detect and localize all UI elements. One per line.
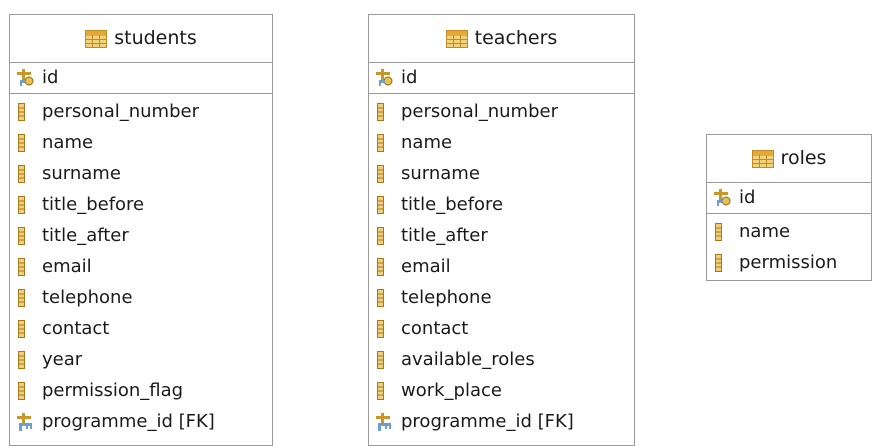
column-list: personal_number name surname title_befor… — [369, 94, 634, 437]
column-name: programme_id [FK] — [401, 410, 574, 432]
table-teachers[interactable]: teachers id personal_number name surname… — [368, 14, 635, 446]
column-row[interactable]: email — [10, 251, 272, 282]
column-name: title_before — [42, 193, 145, 215]
column-name: work_place — [401, 379, 502, 401]
column-row[interactable]: programme_id [FK] — [369, 406, 634, 437]
primary-key-icon — [713, 188, 739, 208]
column-icon — [375, 319, 401, 339]
table-header: students — [10, 15, 272, 63]
column-row[interactable]: permission_flag — [10, 375, 272, 406]
primary-key-row[interactable]: id — [10, 63, 272, 94]
column-name: telephone — [401, 286, 492, 308]
column-row[interactable]: title_before — [369, 189, 634, 220]
column-icon — [16, 350, 42, 370]
table-name: roles — [780, 147, 827, 169]
table-icon — [445, 29, 468, 48]
table-roles[interactable]: roles id name permission — [706, 134, 872, 281]
table-icon — [85, 29, 108, 48]
column-row[interactable]: name — [10, 127, 272, 158]
column-row[interactable]: work_place — [369, 375, 634, 406]
column-name: personal_number — [401, 100, 558, 122]
column-row[interactable]: personal_number — [10, 96, 272, 127]
column-icon — [375, 102, 401, 122]
column-row[interactable]: telephone — [10, 282, 272, 313]
column-list: personal_number name surname title_befor… — [10, 94, 272, 437]
table-header: teachers — [369, 15, 634, 63]
column-row[interactable]: email — [369, 251, 634, 282]
column-name: email — [42, 255, 92, 277]
column-icon — [375, 288, 401, 308]
column-row[interactable]: year — [10, 344, 272, 375]
column-row[interactable]: telephone — [369, 282, 634, 313]
column-list: name permission — [707, 214, 871, 278]
column-icon — [713, 222, 739, 242]
column-name: programme_id [FK] — [42, 410, 215, 432]
column-icon — [16, 257, 42, 277]
primary-key-row[interactable]: id — [707, 183, 871, 214]
foreign-key-icon — [16, 412, 42, 432]
column-name: personal_number — [42, 100, 199, 122]
column-row[interactable]: personal_number — [369, 96, 634, 127]
column-name: telephone — [42, 286, 133, 308]
column-row[interactable]: programme_id [FK] — [10, 406, 272, 437]
column-name: name — [739, 220, 791, 242]
column-name: available_roles — [401, 348, 535, 370]
column-icon — [16, 226, 42, 246]
column-icon — [375, 381, 401, 401]
column-icon — [16, 288, 42, 308]
primary-key-name: id — [401, 67, 418, 88]
column-name: permission — [739, 251, 838, 273]
column-name: contact — [401, 317, 469, 339]
column-row[interactable]: title_before — [10, 189, 272, 220]
table-name: students — [114, 27, 197, 49]
column-name: contact — [42, 317, 110, 339]
table-header: roles — [707, 135, 871, 183]
column-name: name — [42, 131, 94, 153]
table-name: teachers — [474, 27, 558, 49]
column-row[interactable]: title_after — [10, 220, 272, 251]
column-icon — [16, 195, 42, 215]
column-icon — [16, 102, 42, 122]
column-icon — [713, 253, 739, 273]
foreign-key-icon — [375, 412, 401, 432]
column-icon — [16, 133, 42, 153]
column-icon — [375, 195, 401, 215]
column-name: title_before — [401, 193, 504, 215]
column-row[interactable]: available_roles — [369, 344, 634, 375]
column-icon — [375, 350, 401, 370]
column-icon — [16, 319, 42, 339]
primary-key-name: id — [739, 187, 756, 208]
column-name: title_after — [42, 224, 129, 246]
primary-key-name: id — [42, 67, 59, 88]
column-name: surname — [401, 162, 480, 184]
column-row[interactable]: surname — [10, 158, 272, 189]
primary-key-row[interactable]: id — [369, 63, 634, 94]
column-name: name — [401, 131, 453, 153]
column-name: surname — [42, 162, 121, 184]
column-name: email — [401, 255, 451, 277]
column-icon — [16, 381, 42, 401]
column-icon — [375, 164, 401, 184]
column-name: title_after — [401, 224, 488, 246]
primary-key-icon — [16, 68, 42, 88]
column-icon — [375, 257, 401, 277]
column-icon — [16, 164, 42, 184]
column-row[interactable]: surname — [369, 158, 634, 189]
column-name: permission_flag — [42, 379, 184, 401]
table-students[interactable]: students id personal_number name surname… — [9, 14, 273, 446]
column-icon — [375, 133, 401, 153]
column-row[interactable]: name — [707, 216, 871, 247]
primary-key-icon — [375, 68, 401, 88]
column-row[interactable]: contact — [369, 313, 634, 344]
column-row[interactable]: title_after — [369, 220, 634, 251]
column-icon — [375, 226, 401, 246]
table-icon — [751, 149, 774, 168]
column-row[interactable]: name — [369, 127, 634, 158]
column-row[interactable]: permission — [707, 247, 871, 278]
column-name: year — [42, 348, 83, 370]
column-row[interactable]: contact — [10, 313, 272, 344]
